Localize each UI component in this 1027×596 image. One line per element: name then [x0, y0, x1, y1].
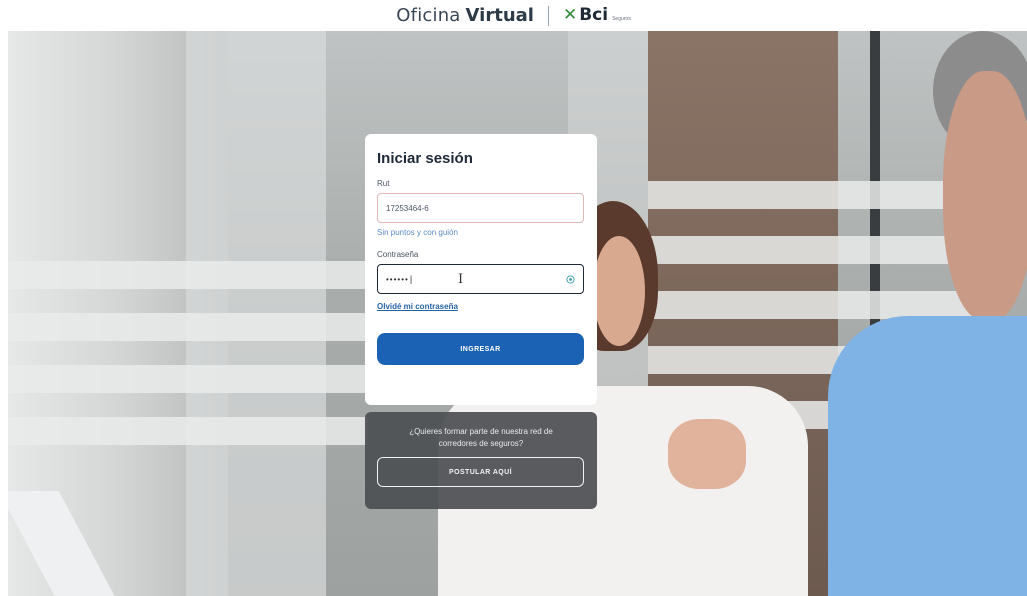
top-header: Oficina Virtual ✕ Bci Seguros — [0, 0, 1027, 31]
forgot-password-link[interactable]: Olvidé mi contraseña — [377, 302, 585, 311]
bci-logo: ✕ Bci Seguros — [563, 7, 631, 24]
eye-icon[interactable] — [566, 275, 575, 284]
text-cursor-icon: I — [458, 272, 464, 287]
bci-logo-text: Bci — [579, 5, 609, 25]
broker-signup-box: ¿Quieres formar parte de nuestra red de … — [365, 412, 597, 509]
rut-input[interactable]: 17253464-6 — [377, 193, 584, 223]
text-caret: | — [409, 274, 413, 284]
brand-divider — [547, 5, 549, 26]
brand-virtual-text: Virtual — [465, 5, 534, 26]
brand-oficina-text: Oficina — [396, 5, 461, 26]
bci-x-mark-icon: ✕ — [562, 5, 578, 25]
login-card: Iniciar sesión Rut 17253464-6 Sin puntos… — [365, 134, 597, 405]
rut-hint: Sin puntos y con guión — [377, 228, 458, 237]
bci-logo-subtext: Seguros — [612, 16, 631, 22]
rut-input-value: 17253464-6 — [386, 203, 429, 213]
rut-label: Rut — [377, 179, 390, 188]
password-input[interactable]: •••••• | I — [377, 264, 584, 294]
broker-question-text: ¿Quieres formar parte de nuestra red de … — [409, 427, 553, 448]
brand-logo: Oficina Virtual ✕ Bci Seguros — [396, 5, 630, 26]
login-title: Iniciar sesión — [377, 150, 473, 167]
password-input-value: •••••• — [386, 274, 409, 284]
login-submit-button[interactable]: INGRESAR — [377, 333, 584, 365]
password-label: Contraseña — [377, 250, 419, 259]
apply-broker-button[interactable]: POSTULAR AQUÍ — [377, 457, 584, 487]
